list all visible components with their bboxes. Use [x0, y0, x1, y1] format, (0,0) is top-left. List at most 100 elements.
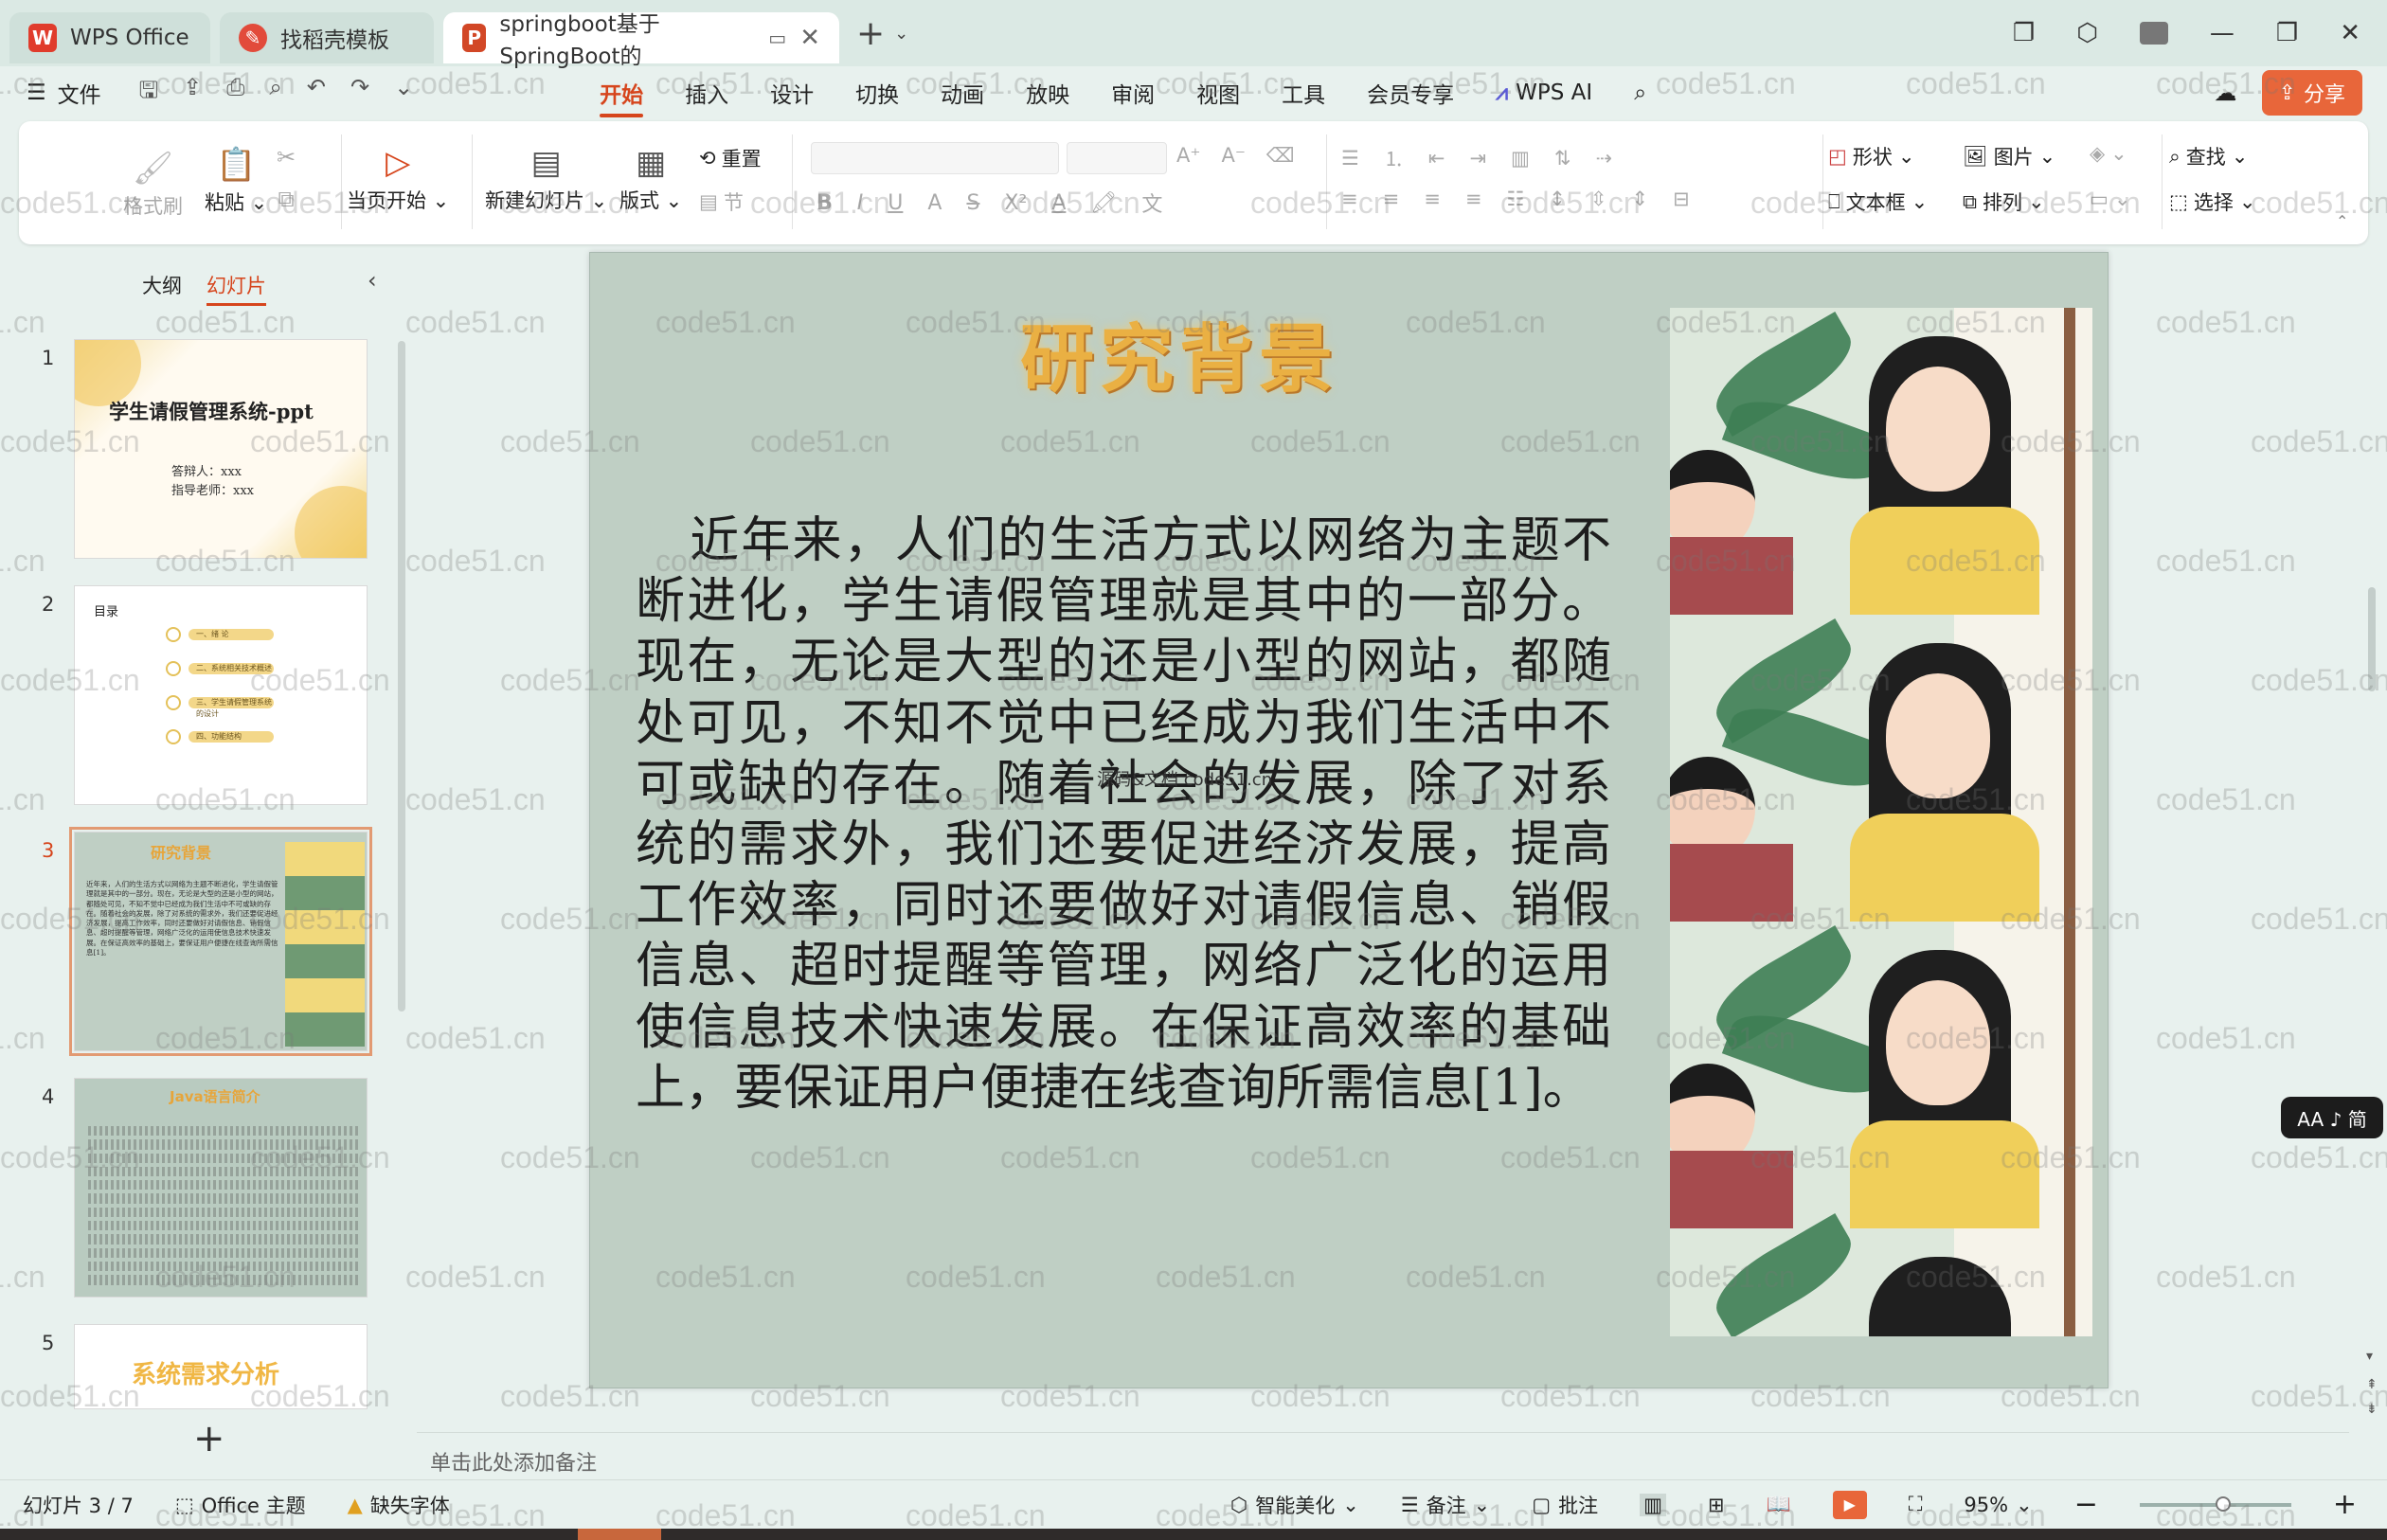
close-icon[interactable]: ✕ [799, 24, 820, 52]
theme-indicator[interactable]: ⬚ Office 主题 [175, 1491, 306, 1519]
justify-icon[interactable]: ≡ [1465, 188, 1482, 210]
line-spacing-icon[interactable]: ↕ [1549, 188, 1566, 210]
zoom-slider-knob[interactable] [2215, 1495, 2231, 1512]
slide-thumbnail-3[interactable]: 研究背景 近年来，人们的生活方式以网络为主题不断进化，学生请假管理就是其中的一部… [69, 827, 372, 1056]
save-icon[interactable]: 🖫 [139, 74, 158, 113]
font-size-select[interactable] [1067, 142, 1167, 174]
menu-tab-transitions[interactable]: 切换 [835, 66, 920, 119]
vertical-align-icon[interactable]: ⇕ [1631, 188, 1648, 210]
slide-illustration[interactable] [1670, 308, 2092, 1336]
language-toggle-badge[interactable]: AA ♪ 简 [2281, 1097, 2383, 1138]
play-slideshow-button[interactable]: ▶ [1832, 1490, 1867, 1519]
align-left-icon[interactable]: ≡ [1341, 188, 1358, 210]
grid-view-icon[interactable]: ⊞ [1708, 1494, 1725, 1516]
cube-icon[interactable]: ⬡ [2076, 19, 2098, 47]
tab-outline[interactable]: 大纲 [142, 271, 182, 306]
phonetic-icon[interactable]: 文 [1141, 188, 1162, 218]
sort-icon[interactable]: ⇅ [1554, 147, 1571, 170]
missing-font-indicator[interactable]: ▲ 缺失字体 [348, 1491, 450, 1519]
export-icon[interactable]: ⇪ [183, 74, 202, 113]
avatar[interactable] [2139, 22, 2168, 45]
paragraph-spacing-icon[interactable]: ⇳ [1590, 188, 1607, 210]
format-painter-button[interactable]: 🖌 格式刷 [123, 150, 183, 220]
menu-tab-design[interactable]: 设计 [749, 66, 835, 119]
thumbnail-scrollbar[interactable] [398, 341, 405, 1012]
slide-thumbnail-2[interactable]: 目录 一、绪 论 二、系统相关技术概述 三、学生请假管理系统的设计 四、功能结构 [74, 585, 368, 805]
shape-button[interactable]: ◰ 形状 ⌄ [1828, 142, 1914, 170]
tab-docer[interactable]: ✎ 找稻壳模板 [220, 12, 434, 63]
prev-slide-icon[interactable]: ⇞ [2366, 1377, 2378, 1392]
slide-thumbnail-1[interactable]: 学生请假管理系统-ppt 答辩人：xxx 指导老师：xxx [74, 339, 368, 559]
window-layout-icon[interactable]: ❐ [2013, 19, 2035, 47]
notes-pane[interactable]: 单击此处添加备注 [417, 1432, 2349, 1477]
fill-button[interactable]: ◈ ⌄ [2090, 142, 2127, 165]
copy-icon[interactable]: ⧉ [278, 186, 294, 212]
print-preview-icon[interactable]: ⌕ [269, 74, 281, 113]
print-icon[interactable]: ⎙ [226, 74, 244, 113]
comments-button[interactable]: ▢ 批注 [1532, 1491, 1598, 1519]
zoom-out-button[interactable]: − [2074, 1488, 2098, 1521]
zoom-slider[interactable] [2139, 1495, 2291, 1512]
decrease-font-icon[interactable]: A⁻ [1221, 144, 1245, 167]
scroll-down-icon[interactable]: ▾ [2366, 1349, 2373, 1364]
smart-beautify-button[interactable]: ⬡ 智能美化 ⌄ [1230, 1491, 1359, 1519]
arrange-button[interactable]: ⧉ 排列 ⌄ [1963, 188, 2045, 216]
slide-canvas[interactable]: 研究背景 近年来，人们的生活方式以网络为主题不断进化，学生请假管理就是其中的一部… [589, 252, 2109, 1388]
undo-icon[interactable]: ↶ [307, 74, 326, 113]
highlight-icon[interactable]: 🖍 [1090, 191, 1117, 215]
slide-body-text[interactable]: 近年来，人们的生活方式以网络为主题不断进化，学生请假管理就是其中的一部分。现在，… [636, 510, 1611, 1119]
outline-button[interactable]: ▭ ⌄ [2090, 188, 2130, 210]
italic-button[interactable]: I [857, 191, 864, 215]
clear-format-icon[interactable]: ⌫ [1266, 144, 1295, 167]
superscript-button[interactable]: X² [1004, 191, 1027, 215]
numbered-list-icon[interactable]: ⒈ [1384, 144, 1404, 172]
cloud-icon[interactable]: ☁ [2215, 80, 2237, 106]
collapse-panel-icon[interactable]: ‹ [368, 267, 377, 294]
bold-button[interactable]: B [817, 191, 833, 215]
search-button[interactable]: ⌕ [1613, 66, 1667, 119]
zoom-in-button[interactable]: + [2333, 1488, 2357, 1521]
new-tab-button[interactable]: + [856, 14, 885, 53]
zoom-select[interactable]: 95% ⌄ [1964, 1494, 2032, 1516]
share-button[interactable]: ⇪ 分享 [2261, 70, 2362, 116]
menu-tab-animations[interactable]: 动画 [920, 66, 1005, 119]
underline-button[interactable]: U [888, 191, 903, 215]
chevron-down-icon[interactable]: ⌄ [394, 74, 413, 113]
file-menu[interactable]: ☰ 文件 [27, 77, 101, 109]
text-direction-icon[interactable]: ⇢ [1596, 147, 1613, 170]
tab-slides[interactable]: 幻灯片 [206, 271, 266, 306]
slide-title[interactable]: 研究背景 [590, 300, 1768, 406]
normal-view-icon[interactable]: ▥ [1640, 1493, 1666, 1516]
slide-thumbnail-5[interactable]: 系统需求分析 [74, 1324, 368, 1409]
minimize-button[interactable]: — [2210, 19, 2234, 47]
slide-thumbnail-4[interactable]: Java语言简介 [74, 1078, 368, 1298]
layout-button[interactable]: ▦ 版式 ⌄ [619, 144, 682, 214]
font-name-select[interactable] [811, 142, 1059, 174]
tab-document[interactable]: P springboot基于SpringBoot的 ▭ ✕ [443, 12, 839, 69]
column-icon[interactable]: ▥ [1511, 147, 1530, 170]
strikethrough-button[interactable]: S [966, 191, 979, 215]
fit-window-icon[interactable]: ⛶ [1909, 1493, 1923, 1516]
taskbar-active-app[interactable] [578, 1529, 661, 1540]
font-color-icon[interactable]: A [1051, 191, 1066, 215]
notes-button[interactable]: ☰ 备注 ⌄ [1401, 1491, 1490, 1519]
menu-tab-insert[interactable]: 插入 [664, 66, 749, 119]
canvas-scrollbar[interactable] [2368, 587, 2376, 691]
find-button[interactable]: ⌕ 查找 ⌄ [2169, 142, 2248, 170]
collapse-ribbon-icon[interactable]: ⌃ [2336, 212, 2348, 230]
reset-button[interactable]: ⟲ 重置 [699, 144, 762, 172]
paste-button[interactable]: 📋 粘贴 ⌄ [205, 146, 267, 216]
redo-icon[interactable]: ↷ [350, 74, 369, 113]
tab-wps-office[interactable]: W WPS Office [9, 12, 210, 63]
add-slide-button[interactable]: + [193, 1417, 225, 1460]
menu-tab-review[interactable]: 审阅 [1090, 66, 1176, 119]
align-center-icon[interactable]: ≡ [1383, 188, 1400, 210]
text-box-align-icon[interactable]: ⊟ [1673, 188, 1690, 210]
wps-ai-button[interactable]: ⩘ WPS AI [1475, 66, 1613, 119]
distribute-icon[interactable]: ☷ [1506, 188, 1524, 210]
picture-button[interactable]: 🖼 图片 ⌄ [1963, 142, 2055, 170]
align-right-icon[interactable]: ≡ [1424, 188, 1441, 210]
new-slide-button[interactable]: ▤ 新建幻灯片 ⌄ [485, 144, 607, 214]
chevron-down-icon[interactable]: ⌄ [894, 24, 908, 44]
close-window-button[interactable]: ✕ [2340, 19, 2360, 47]
